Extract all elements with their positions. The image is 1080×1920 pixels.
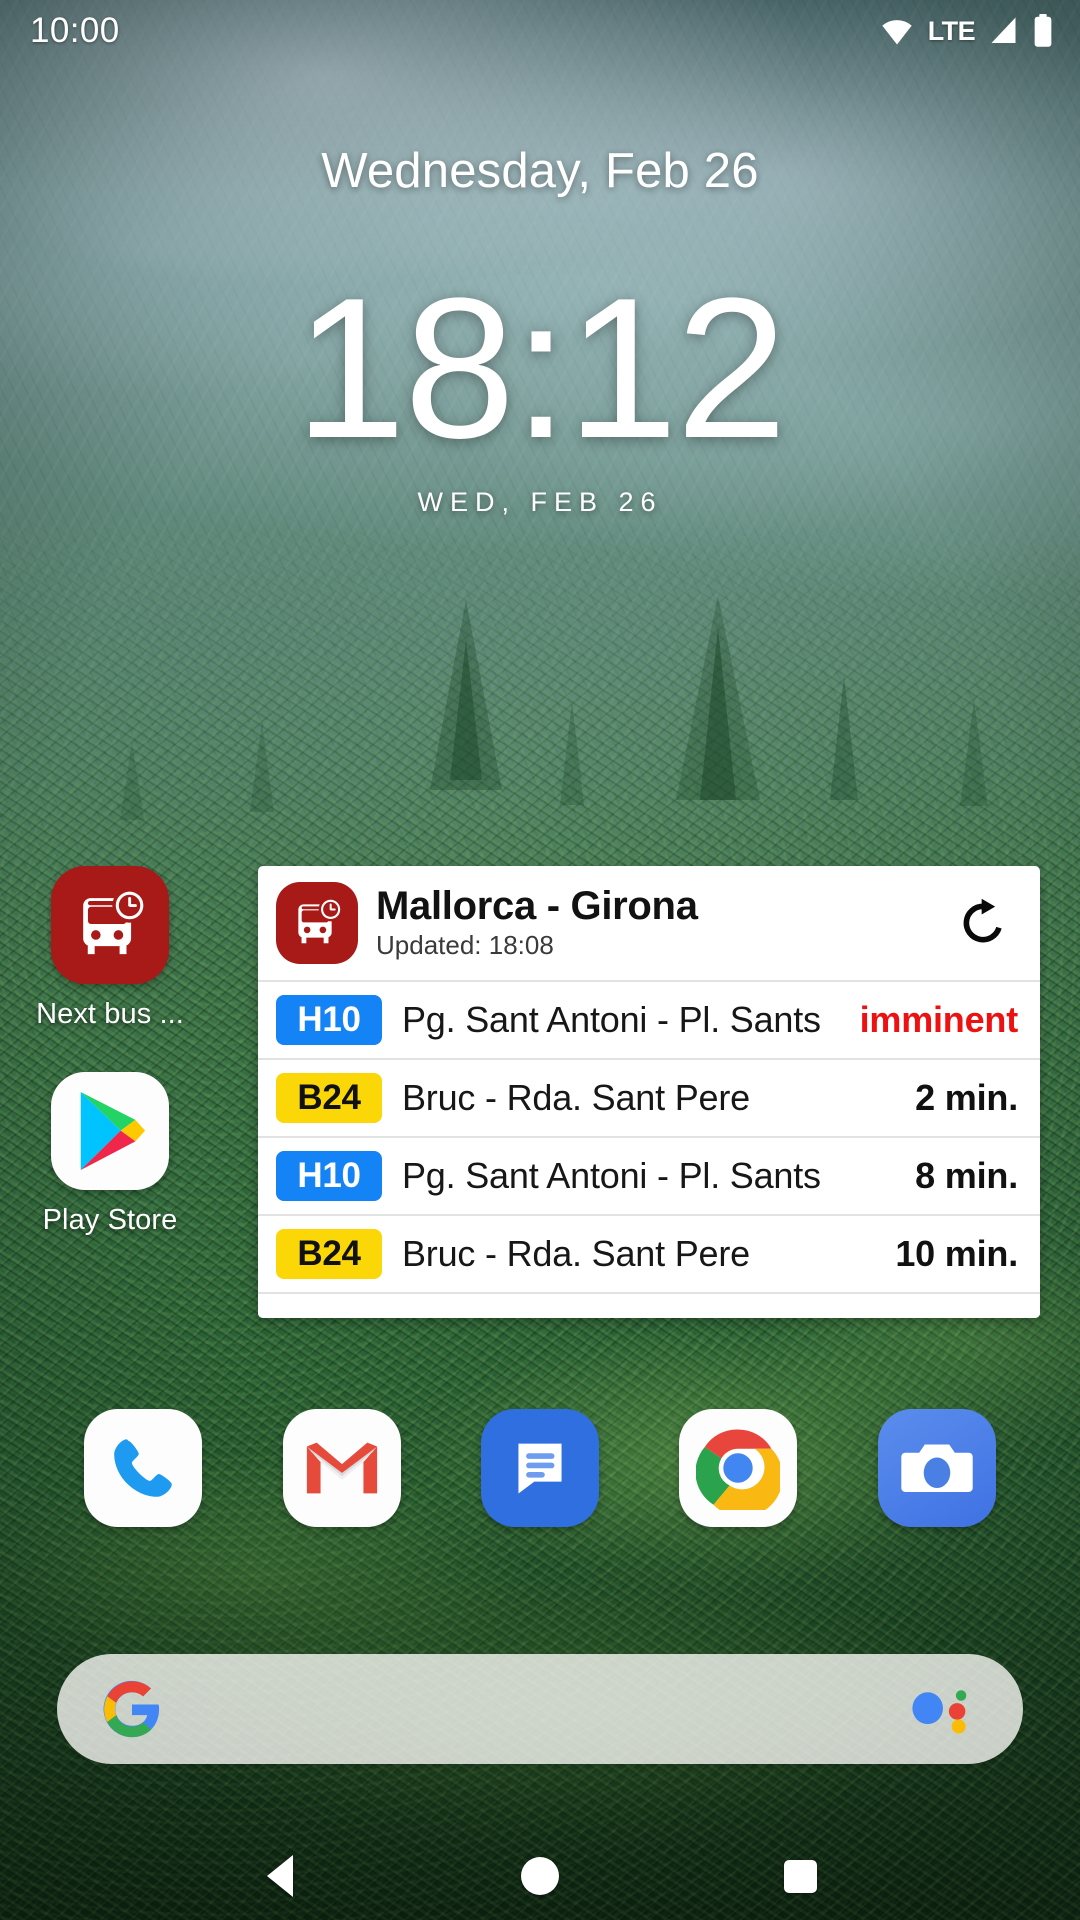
app-icon-next-bus[interactable]: Next bus ... bbox=[10, 866, 210, 1031]
play-store-glyph bbox=[80, 1092, 146, 1170]
recents-button[interactable] bbox=[755, 1832, 845, 1920]
back-button[interactable] bbox=[235, 1832, 325, 1920]
next-bus-widget[interactable]: Mallorca - Girona Updated: 18:08 H10 Pg. … bbox=[258, 866, 1040, 1318]
widget-updated: Updated: 18:08 bbox=[376, 930, 554, 961]
refresh-button[interactable] bbox=[948, 888, 1018, 958]
bus-destination: Bruc - Rda. Sant Pere bbox=[402, 1233, 750, 1274]
camera-icon bbox=[901, 1444, 973, 1492]
google-assistant-icon bbox=[912, 1690, 967, 1734]
bus-clock-glyph bbox=[83, 888, 147, 955]
bus-arrival-row[interactable]: H10 Pg. Sant Antoni - Pl. Sants 8 min. bbox=[258, 1136, 1040, 1214]
dock-icon-messages[interactable] bbox=[480, 1409, 599, 1527]
bus-eta: 8 min. bbox=[915, 1155, 1018, 1196]
dock-icon-camera[interactable] bbox=[877, 1409, 996, 1527]
dock-icon-gmail[interactable] bbox=[282, 1409, 401, 1527]
bus-eta: imminent bbox=[859, 999, 1019, 1040]
google-g-icon bbox=[103, 1680, 160, 1738]
widget-bus-clock-icon bbox=[276, 882, 358, 964]
dock bbox=[0, 1393, 1080, 1543]
dock-icon-phone[interactable] bbox=[84, 1409, 203, 1527]
widget-footer bbox=[258, 1292, 1040, 1318]
bus-line-badge: H10 bbox=[276, 995, 382, 1045]
signal-icon bbox=[991, 17, 1016, 43]
bus-eta: 2 min. bbox=[915, 1077, 1018, 1118]
chrome-icon bbox=[696, 1429, 781, 1510]
app-icon-play-store[interactable]: Play Store bbox=[10, 1072, 210, 1237]
bus-arrival-row[interactable]: B24 Bruc - Rda. Sant Pere 10 min. bbox=[258, 1214, 1040, 1292]
bus-arrival-row[interactable]: H10 Pg. Sant Antoni - Pl. Sants imminent bbox=[258, 980, 1040, 1058]
battery-icon bbox=[1034, 14, 1052, 47]
bus-arrival-list: H10 Pg. Sant Antoni - Pl. Sants imminent B2… bbox=[258, 980, 1040, 1292]
status-bar: 10:00 LTE bbox=[0, 0, 1080, 62]
widget-titles: Mallorca - Girona Updated: 18:08 bbox=[376, 883, 948, 961]
bus-line-badge: B24 bbox=[276, 1229, 382, 1279]
bus-line-badge: B24 bbox=[276, 1073, 382, 1123]
bus-destination: Pg. Sant Antoni - Pl. Sants bbox=[402, 1155, 821, 1196]
wifi-icon bbox=[882, 20, 912, 45]
status-bar-clock: 10:00 bbox=[30, 11, 120, 50]
home-screen: 10:00 LTE Wednesday, Feb 26 18:12 WED, F… bbox=[0, 0, 1080, 1920]
navigation-bar bbox=[0, 1832, 1080, 1920]
bus-clock-glyph bbox=[298, 897, 343, 944]
google-search-bar[interactable] bbox=[57, 1654, 1023, 1764]
recents-icon bbox=[783, 1859, 817, 1893]
lte-label: LTE bbox=[927, 15, 976, 46]
refresh-icon bbox=[963, 898, 1002, 943]
home-button[interactable] bbox=[495, 1832, 585, 1920]
bus-destination: Pg. Sant Antoni - Pl. Sants bbox=[402, 999, 821, 1040]
widget-header: Mallorca - Girona Updated: 18:08 bbox=[258, 866, 1040, 980]
bus-eta: 10 min. bbox=[895, 1233, 1018, 1274]
bus-clock-icon bbox=[51, 866, 169, 984]
gmail-icon bbox=[306, 1442, 377, 1494]
bus-destination: Bruc - Rda. Sant Pere bbox=[402, 1077, 750, 1118]
phone-icon bbox=[114, 1439, 172, 1497]
home-icon bbox=[521, 1857, 559, 1895]
messages-icon bbox=[518, 1443, 562, 1494]
app-icon-label: Next bus ... bbox=[36, 998, 184, 1030]
bus-arrival-row[interactable]: B24 Bruc - Rda. Sant Pere 2 min. bbox=[258, 1058, 1040, 1136]
bus-line-badge: H10 bbox=[276, 1151, 382, 1201]
play-store-icon bbox=[51, 1072, 169, 1190]
widget-title: Mallorca - Girona bbox=[376, 883, 698, 928]
status-bar-icons: LTE bbox=[878, 14, 1054, 48]
app-icon-label: Play Store bbox=[42, 1204, 178, 1236]
dock-icon-chrome[interactable] bbox=[679, 1409, 798, 1527]
back-icon bbox=[267, 1855, 293, 1897]
